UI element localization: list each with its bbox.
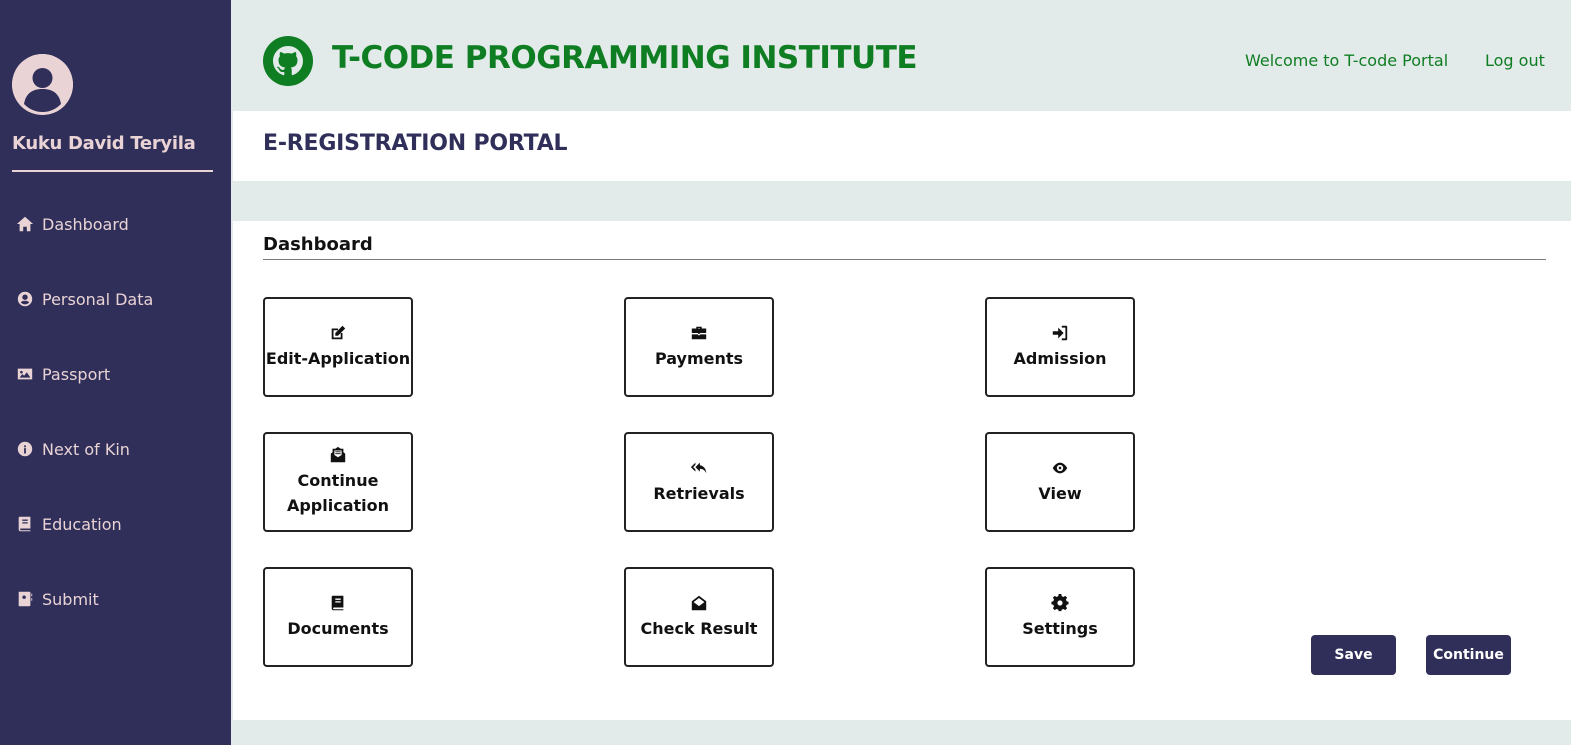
reply-all-icon	[690, 462, 707, 473]
sidebar-item-passport[interactable]: Passport	[16, 361, 110, 387]
header: T-CODE PROGRAMMING INSTITUTE Welcome to …	[233, 0, 1571, 111]
user-divider	[12, 170, 213, 172]
sidebar-item-education[interactable]: Education	[16, 511, 122, 537]
tile-label: Continue Application	[286, 471, 390, 515]
tile-label: Payments	[654, 348, 744, 368]
site-title: T-CODE PROGRAMMING INSTITUTE	[332, 40, 918, 76]
sidebar-item-label: Submit	[42, 589, 99, 609]
documents-tile[interactable]: Documents	[263, 567, 413, 667]
user-circle-icon	[17, 291, 33, 307]
sidebar-item-personal-data[interactable]: Personal Data	[16, 286, 153, 312]
envelope-open-icon	[691, 595, 707, 610]
book-icon	[18, 516, 31, 532]
sidebar-item-label: Personal Data	[42, 289, 154, 309]
tile-label: Check Result	[640, 618, 758, 638]
logout-link[interactable]: Log out	[1485, 51, 1545, 70]
continue-application-tile[interactable]: Continue Application	[263, 432, 413, 532]
info-icon	[17, 441, 33, 457]
check-result-tile[interactable]: Check Result	[624, 567, 774, 667]
address-book-icon	[18, 591, 33, 607]
image-icon	[17, 368, 33, 380]
briefcase-icon	[691, 326, 707, 339]
sidebar-item-label: Next of Kin	[42, 439, 130, 459]
welcome-link[interactable]: Welcome to T-code Portal	[1245, 51, 1448, 70]
avatar-icon	[12, 54, 73, 115]
sidebar-item-dashboard[interactable]: Dashboard	[16, 211, 129, 237]
sidebar-item-submit[interactable]: Submit	[16, 586, 99, 612]
dashboard-panel: Dashboard Edit-Application Payments Admi…	[233, 221, 1571, 720]
sidebar-item-next-of-kin[interactable]: Next of Kin	[16, 436, 130, 462]
sign-in-icon	[1052, 325, 1068, 340]
edit-icon	[331, 325, 346, 339]
portal-banner: E-REGISTRATION PORTAL	[233, 111, 1571, 181]
section-divider	[263, 259, 1546, 260]
user-name: Kuku David Teryila	[12, 133, 196, 154]
tile-label: Admission	[1013, 348, 1107, 368]
edit-application-tile[interactable]: Edit-Application	[263, 297, 413, 397]
tile-label: Edit-Application	[265, 348, 411, 368]
tile-label: View	[1038, 483, 1082, 503]
eye-icon	[1052, 462, 1068, 473]
sidebar-item-label: Education	[42, 514, 122, 534]
portal-title: E-REGISTRATION PORTAL	[263, 131, 568, 156]
sidebar-item-label: Dashboard	[42, 214, 129, 234]
envelope-open-text-icon	[330, 446, 346, 463]
payments-tile[interactable]: Payments	[624, 297, 774, 397]
tile-label: Settings	[1022, 618, 1098, 638]
sidebar-item-label: Passport	[42, 364, 111, 384]
home-icon	[16, 216, 34, 232]
retrievals-tile[interactable]: Retrievals	[624, 432, 774, 532]
tile-label: Retrievals	[653, 483, 745, 503]
save-button[interactable]: Save	[1311, 635, 1396, 675]
book-icon	[331, 595, 344, 610]
cog-icon	[1051, 593, 1069, 611]
tile-label: Documents	[287, 618, 389, 638]
sidebar: Kuku David Teryila Dashboard Personal Da…	[0, 0, 231, 745]
view-tile[interactable]: View	[985, 432, 1135, 532]
admission-tile[interactable]: Admission	[985, 297, 1135, 397]
section-title: Dashboard	[263, 234, 373, 255]
settings-tile[interactable]: Settings	[985, 567, 1135, 667]
continue-button[interactable]: Continue	[1426, 635, 1511, 675]
github-icon[interactable]	[263, 36, 313, 86]
